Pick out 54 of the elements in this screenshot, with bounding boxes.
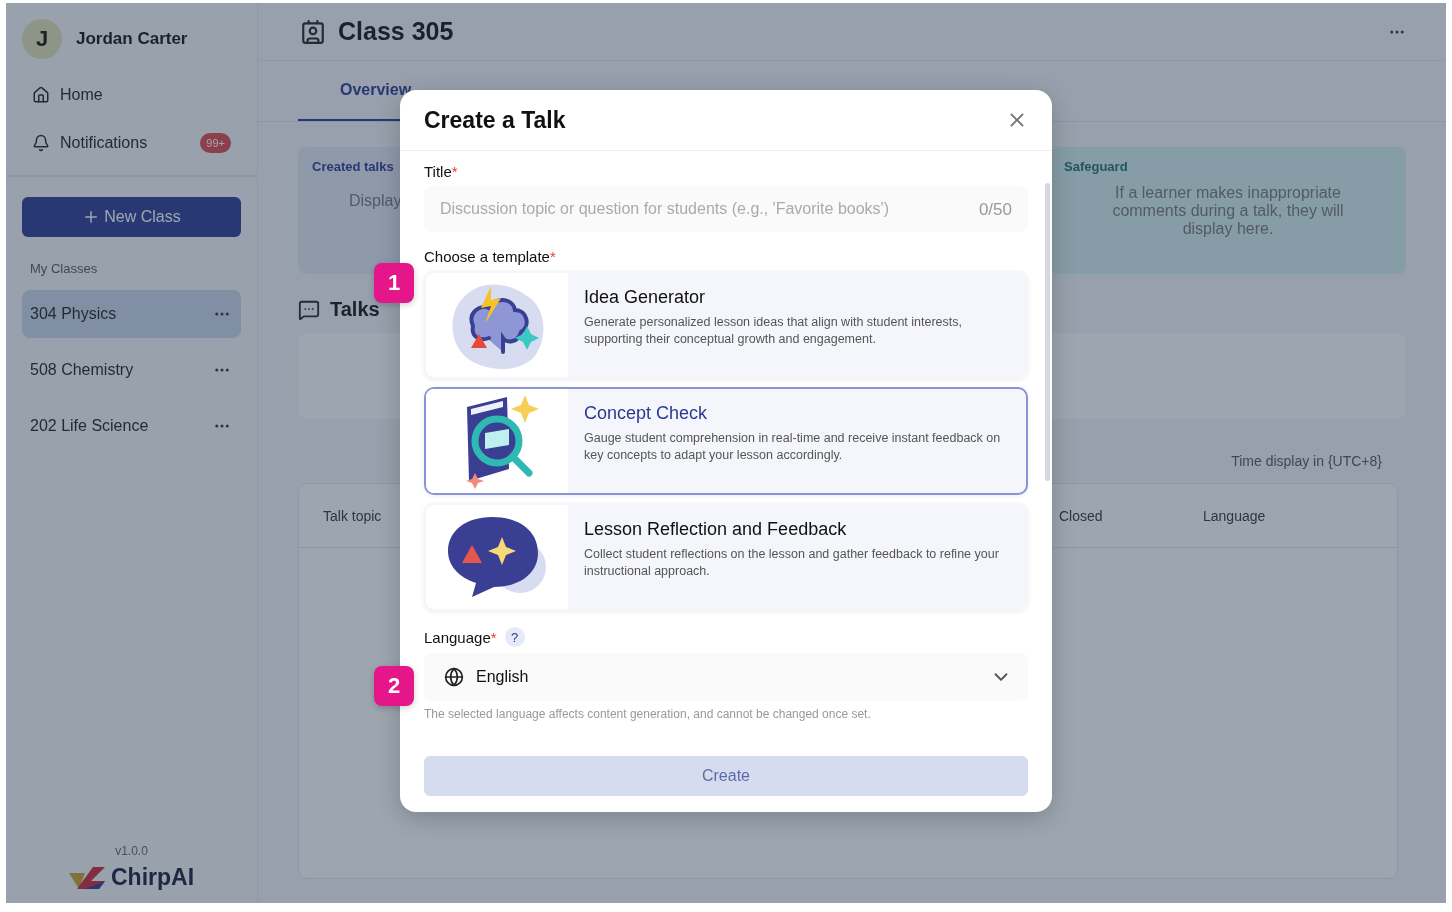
help-icon[interactable]: ? xyxy=(504,627,525,647)
nav-item[interactable]: Home xyxy=(22,75,241,115)
logo-text: ChirpAI xyxy=(110,864,195,891)
globe-icon xyxy=(444,667,464,687)
version-text: v1.0.0 xyxy=(115,844,148,858)
template-card[interactable]: Concept Check Gauge student comprehension in real-time and receive instant feedback on key concepts to adapt your lesson accordingly. xyxy=(424,387,1028,495)
language-select[interactable]: English xyxy=(424,653,1028,701)
card-text: Display xyxy=(349,192,402,210)
home-icon xyxy=(32,86,50,104)
chat-icon xyxy=(298,298,320,321)
class-icon xyxy=(300,18,326,45)
section-label: My Classes xyxy=(30,261,99,276)
template-name: Lesson Reflection and Feedback xyxy=(584,519,848,540)
time-note: Time display in {UTC+8} xyxy=(1231,453,1382,469)
column-header: Language xyxy=(1203,507,1267,524)
template-description: Generate personalized lesson ideas that align with student interests, supporting their conceptual growth and engagement. xyxy=(584,314,963,348)
required-mark: * xyxy=(451,163,458,180)
column-header: Closed xyxy=(1059,507,1104,524)
column-header: Talk topic xyxy=(323,507,383,524)
logo-icon xyxy=(68,864,107,891)
card-text: If a learner makes inappropriate comments during a talk, they will display here. xyxy=(1111,184,1345,238)
notification-badge: 99+ xyxy=(200,133,231,153)
step-marker: 2 xyxy=(374,666,414,706)
user-avatar: J xyxy=(22,19,62,59)
user-name: Jordan Carter xyxy=(76,29,188,49)
page-title: Class 305 xyxy=(338,17,455,46)
nav-label: Notifications xyxy=(60,134,149,152)
template-card[interactable]: Idea Generator Generate personalized lesson ideas that align with student interests, supporting their conceptual growth and engagement. xyxy=(424,271,1028,379)
class-name: 508 Chemistry xyxy=(30,361,134,379)
nav-item[interactable]: Notifications 99+ xyxy=(22,123,241,163)
field-label: Choose a template xyxy=(424,248,550,265)
class-item[interactable]: 304 Physics xyxy=(22,290,241,338)
class-name: 304 Physics xyxy=(30,305,117,323)
field-label: Language xyxy=(424,628,491,646)
card-title: Safeguard xyxy=(1064,159,1128,174)
step-marker: 1 xyxy=(374,263,414,303)
bell-icon xyxy=(32,134,50,152)
template-card[interactable]: Lesson Reflection and Feedback Collect student reflections on the lesson and gather feedback to refine your instructional approach. xyxy=(424,503,1028,611)
card-title: Created talks xyxy=(312,159,394,174)
template-name: Idea Generator xyxy=(584,287,707,308)
required-mark: * xyxy=(549,248,556,265)
class-name: 202 Life Science xyxy=(30,417,149,435)
class-item[interactable]: 202 Life Science xyxy=(22,402,241,450)
character-counter: 0/50 xyxy=(978,200,1012,220)
nav-label: Home xyxy=(60,86,104,104)
required-mark: * xyxy=(490,628,497,646)
template-name: Concept Check xyxy=(584,403,709,424)
field-label: Title xyxy=(424,163,452,180)
new-class-button[interactable]: New Class xyxy=(22,197,241,237)
class-item[interactable]: 508 Chemistry xyxy=(22,346,241,394)
field-hint: The selected language affects content generation, and cannot be changed once set. xyxy=(424,707,872,721)
scrollbar[interactable] xyxy=(1045,183,1050,481)
template-description: Gauge student comprehension in real-time and receive instant feedback on key concepts to adapt your lesson accordingly. xyxy=(584,430,1002,464)
template-description: Collect student reflections on the lesson and gather feedback to refine your instructional approach. xyxy=(584,546,1000,580)
